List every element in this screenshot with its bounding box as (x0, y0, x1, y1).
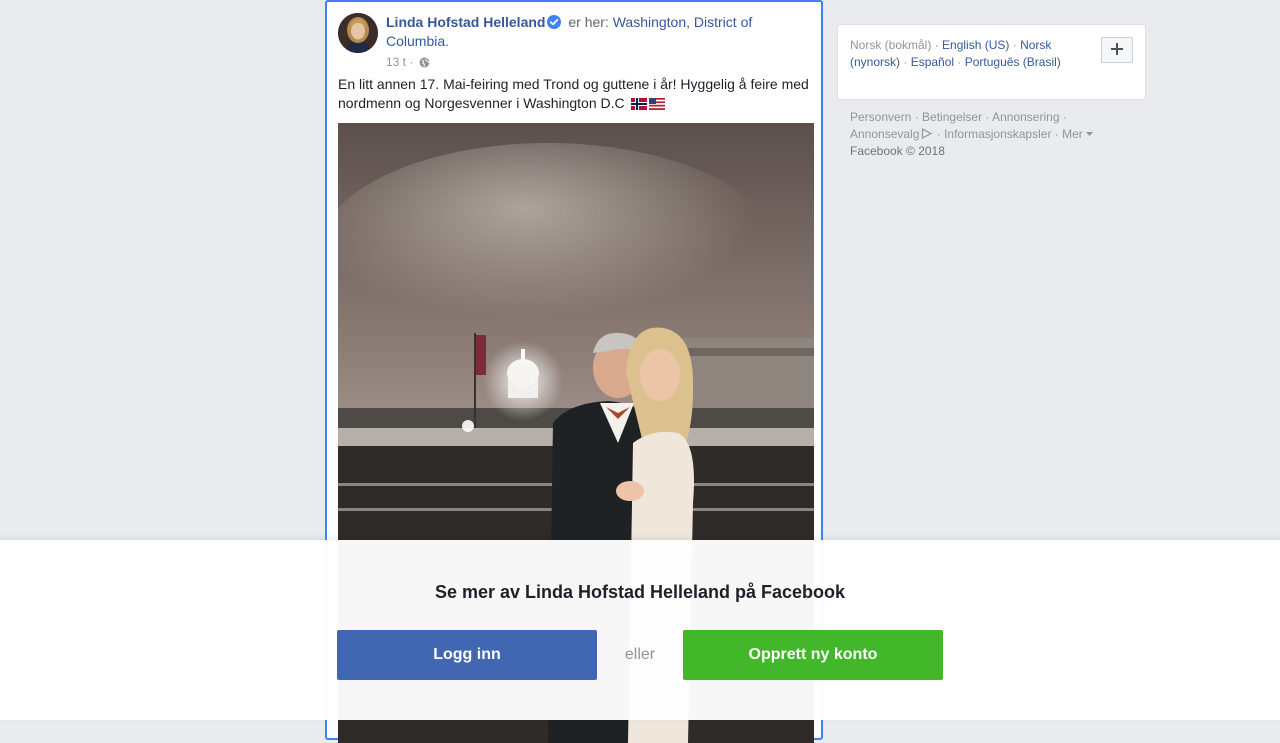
location-prefix: er her: (568, 14, 609, 30)
location-suffix: . (445, 33, 450, 49)
login-prompt-banner: Se mer av Linda Hofstad Helleland på Fac… (0, 540, 1280, 720)
ad-choices-icon (919, 127, 933, 141)
current-language: Norsk (bokmål) (850, 38, 932, 52)
footer-link-mer[interactable]: Mer (1062, 127, 1083, 141)
caret-down-icon (1083, 127, 1093, 141)
footer-link-informasjonskapsler[interactable]: Informasjonskapsler (944, 127, 1051, 141)
language-list: Norsk (bokmål) · English (US) · Norsk (n… (850, 38, 1061, 69)
more-languages-button[interactable] (1101, 37, 1133, 63)
author-avatar[interactable] (338, 13, 378, 53)
footer-link-annonsevalg[interactable]: Annonsevalg (850, 127, 919, 141)
meta-separator: · (409, 55, 414, 69)
or-label: eller (624, 646, 656, 663)
post-header: Linda Hofstad Helleland er her: Washingt… (386, 13, 766, 51)
footer-link-betingelser[interactable]: Betingelser (922, 110, 982, 124)
post-timestamp[interactable]: 13 t (386, 55, 406, 69)
norway-flag-icon (630, 96, 647, 110)
post-text-content: En litt annen 17. Mai-feiring med Trond … (338, 76, 809, 111)
usa-flag-icon (648, 96, 665, 110)
login-button[interactable]: Logg inn (337, 630, 597, 680)
plus-icon (1111, 42, 1123, 58)
language-link-english[interactable]: English (US) (942, 38, 1009, 52)
language-link-espanol[interactable]: Español (911, 55, 954, 69)
globe-icon[interactable] (419, 56, 430, 68)
login-prompt-title: Se mer av Linda Hofstad Helleland på Fac… (434, 582, 846, 602)
footer-link-annonsering[interactable]: Annonsering (992, 110, 1059, 124)
post-text: En litt annen 17. Mai-feiring med Trond … (338, 75, 814, 113)
verified-badge-icon (547, 15, 562, 29)
language-link-portugues[interactable]: Português (Brasil) (965, 55, 1061, 69)
post-meta: 13 t · (386, 54, 430, 70)
create-account-button[interactable]: Opprett ny konto (683, 630, 943, 680)
language-selector-box: Norsk (bokmål) · English (US) · Norsk (n… (837, 24, 1146, 100)
footer-link-personvern[interactable]: Personvern (850, 110, 911, 124)
author-name-link[interactable]: Linda Hofstad Helleland (386, 14, 545, 30)
copyright-text: Facebook © 2018 (850, 144, 945, 158)
footer-links: Personvern · Betingelser · Annonsering ·… (850, 109, 1130, 160)
